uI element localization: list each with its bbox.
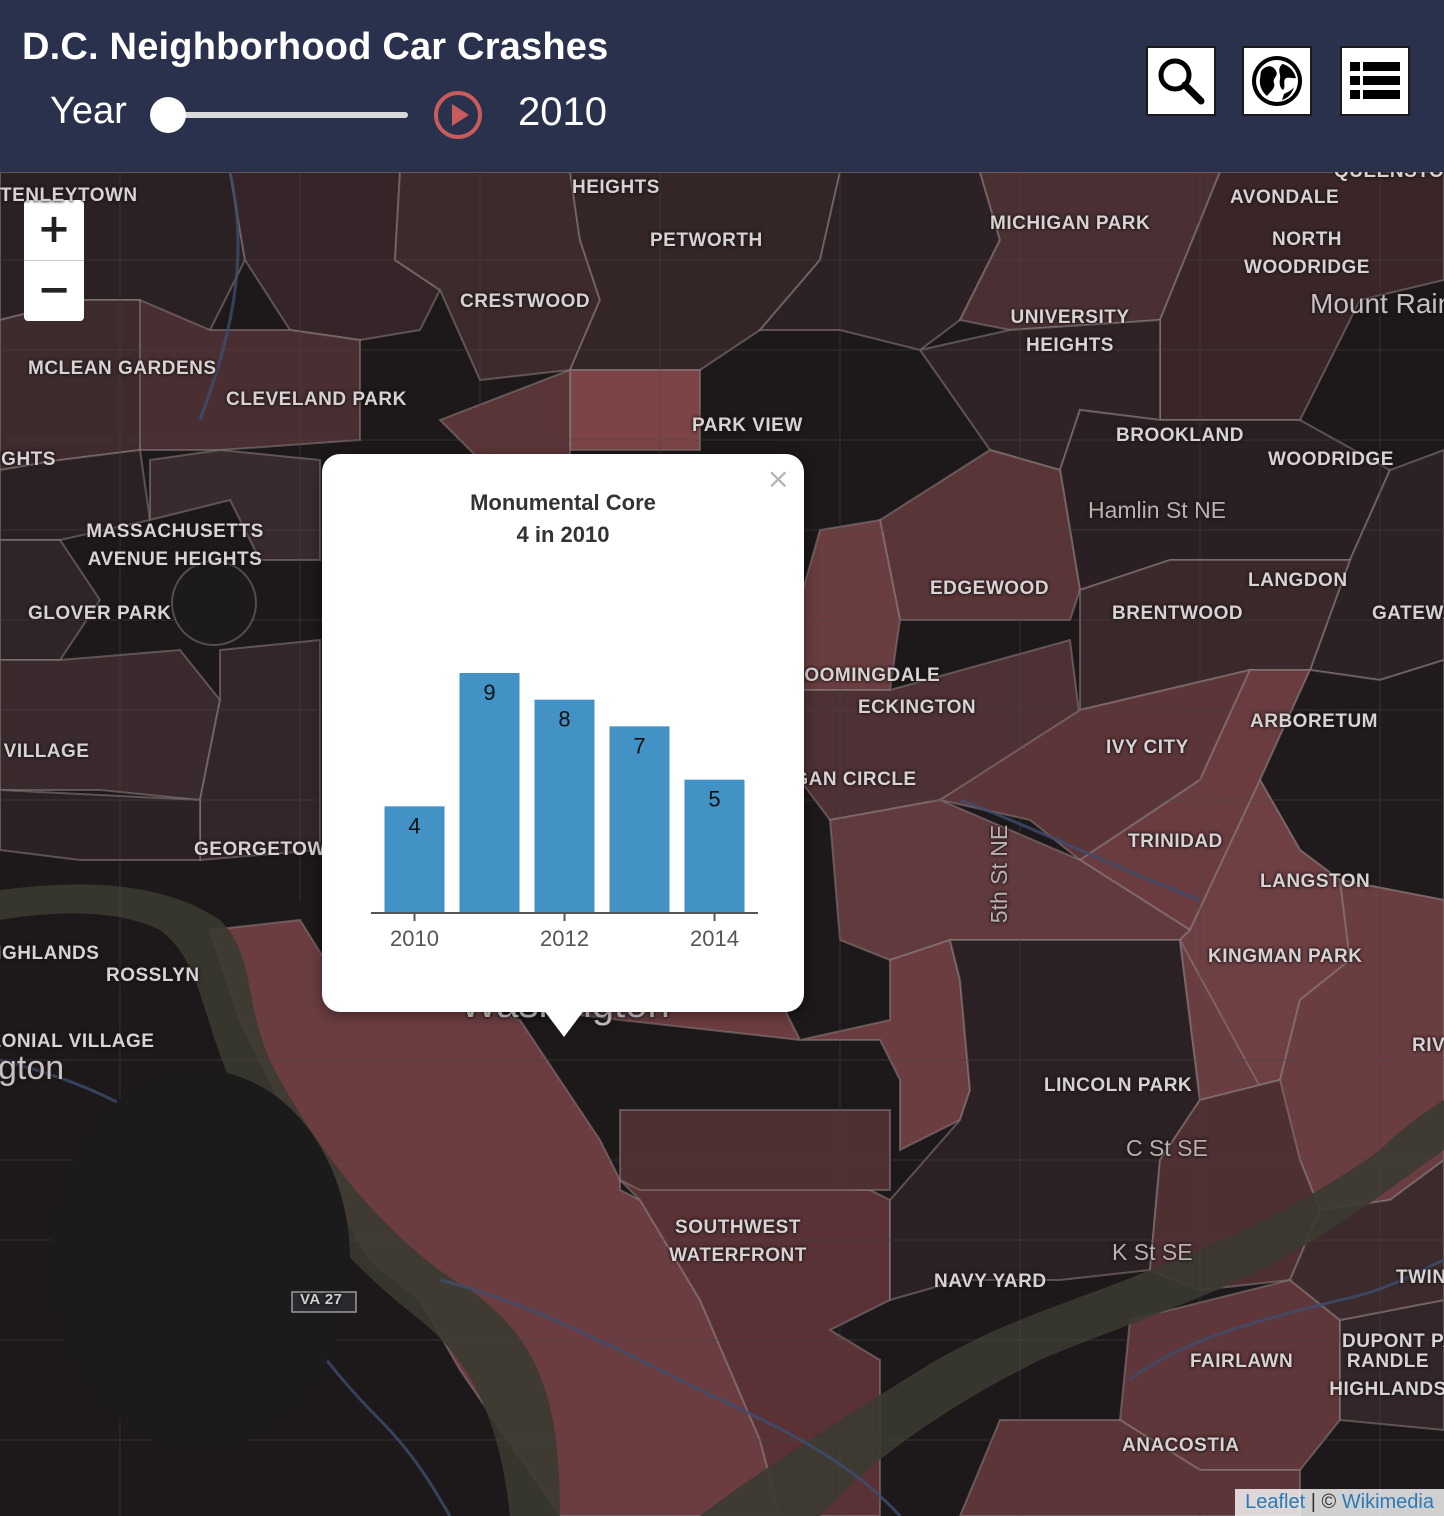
app-title: D.C. Neighborhood Car Crashes — [22, 26, 609, 68]
map-label: PARK VIEW — [692, 415, 803, 436]
map-label: QUEENSTOWN — [1334, 172, 1444, 186]
map-label: WOODRIDGE — [1268, 449, 1394, 470]
map-label: Hamlin St NE — [1088, 497, 1227, 523]
map-label: MCLEAN GARDENS — [28, 358, 217, 379]
map-label: UNIVERSITY HEIGHTS — [1010, 307, 1130, 356]
play-icon — [434, 91, 482, 139]
map-label: TRINIDAD — [1128, 831, 1223, 852]
map-label: C St SE — [1126, 1135, 1208, 1161]
map-label: SOUTHWEST WATERFRONT — [669, 1217, 807, 1266]
map-label: RIVER — [1412, 1035, 1444, 1056]
map-label: 5th St NE — [986, 824, 1013, 924]
leaflet-link[interactable]: Leaflet — [1245, 1491, 1305, 1513]
year-label: Year — [50, 90, 127, 132]
airport-area — [50, 1070, 350, 1450]
map-label: LANGDON — [1248, 570, 1348, 591]
year-value: 2010 — [518, 90, 607, 134]
bar-value-label: 7 — [633, 733, 645, 758]
map-label: MASSACHUSETTS AVENUE HEIGHTS — [86, 521, 264, 570]
list-icon — [1350, 62, 1400, 99]
map-label: NAVY YARD — [934, 1271, 1047, 1292]
map-label: LINCOLN PARK — [1044, 1075, 1193, 1096]
map-label: VA 27 — [300, 1291, 343, 1308]
map-label: ARBORETUM — [1250, 711, 1378, 732]
map-label: K St SE — [1112, 1239, 1193, 1265]
map-label: GLOVER PARK — [28, 603, 172, 624]
bar-value-label: 5 — [708, 787, 720, 812]
map-label: AVONDALE — [1230, 187, 1340, 208]
year-slider-track[interactable] — [168, 112, 408, 118]
x-tick-label: 2012 — [540, 926, 589, 951]
list-button[interactable] — [1340, 46, 1410, 116]
map-label: FAIRLAWN — [1190, 1351, 1294, 1372]
map-label: HIGHLANDS — [0, 943, 100, 964]
x-tick-label: 2010 — [390, 926, 439, 951]
map-label: GEORGETOWN — [194, 839, 341, 860]
search-icon — [1158, 58, 1205, 105]
neighborhood-polygon — [619, 1109, 891, 1191]
map-label: RANDLE HIGHLANDS — [1329, 1351, 1444, 1400]
map-label: CRESTWOOD — [460, 291, 591, 312]
zoom-out-button[interactable]: − — [24, 261, 84, 321]
map-label: BRENTWOOD — [1112, 603, 1244, 624]
map-label: LANGSTON — [1260, 871, 1371, 892]
map-label: ECKINGTON — [858, 697, 977, 718]
map-label: HILL VILLAGE — [0, 741, 90, 762]
map-label: Mount Rainier — [1310, 288, 1444, 319]
map-label: KINGMAN PARK — [1208, 946, 1363, 967]
map-label: ROSSLYN — [106, 965, 200, 986]
map-label: EDGEWOOD — [930, 578, 1050, 599]
map-label: BROOKLAND — [1116, 425, 1244, 446]
search-button[interactable] — [1146, 46, 1216, 116]
map-label: GATEWAY — [1372, 603, 1444, 624]
attribution-separator: | © — [1305, 1491, 1342, 1513]
map-attribution: Leaflet | © Wikimedia — [1235, 1489, 1444, 1516]
bar-value-label: 9 — [483, 680, 495, 705]
globe-icon — [1252, 56, 1302, 106]
bar-value-label: 8 — [558, 707, 570, 732]
map-label: NORTH WOODRIDGE — [1244, 229, 1370, 278]
chart-bar — [459, 673, 520, 913]
neighborhood-polygon — [0, 648, 222, 802]
play-button[interactable] — [433, 90, 483, 140]
year-slider-thumb[interactable] — [150, 97, 186, 133]
globe-button[interactable] — [1242, 46, 1312, 116]
map-label: CLEVELAND PARK — [226, 389, 407, 410]
map-label: Arlington — [0, 1049, 65, 1087]
popup-tip — [540, 1005, 588, 1037]
map-label: MICHIGAN PARK — [990, 213, 1151, 234]
neighborhood-polygon — [0, 299, 152, 472]
bar-value-label: 4 — [408, 813, 420, 838]
map-label: ANACOSTIA — [1122, 1435, 1240, 1456]
app-header: D.C. Neighborhood Car Crashes Year 2010 — [0, 0, 1444, 172]
wikimedia-link[interactable]: Wikimedia — [1342, 1491, 1434, 1513]
map-label: HEIGHTS — [0, 449, 56, 470]
map-label: PETWORTH — [650, 230, 763, 251]
neighborhood-polygon — [569, 369, 701, 451]
map-label: HEIGHTS — [572, 177, 660, 198]
x-tick-label: 2014 — [690, 926, 739, 951]
crash-bar-chart: 4 9 8 7 5 2010 2012 2014 — [371, 673, 758, 951]
map-label: IVY CITY — [1106, 737, 1189, 758]
neighborhood-popup: × Monumental Core 4 in 2010 4 9 8 7 5 2010 201… — [322, 454, 804, 1012]
map-label: TENLEYTOWN — [0, 185, 138, 206]
map-label: TWINING — [1396, 1267, 1444, 1288]
